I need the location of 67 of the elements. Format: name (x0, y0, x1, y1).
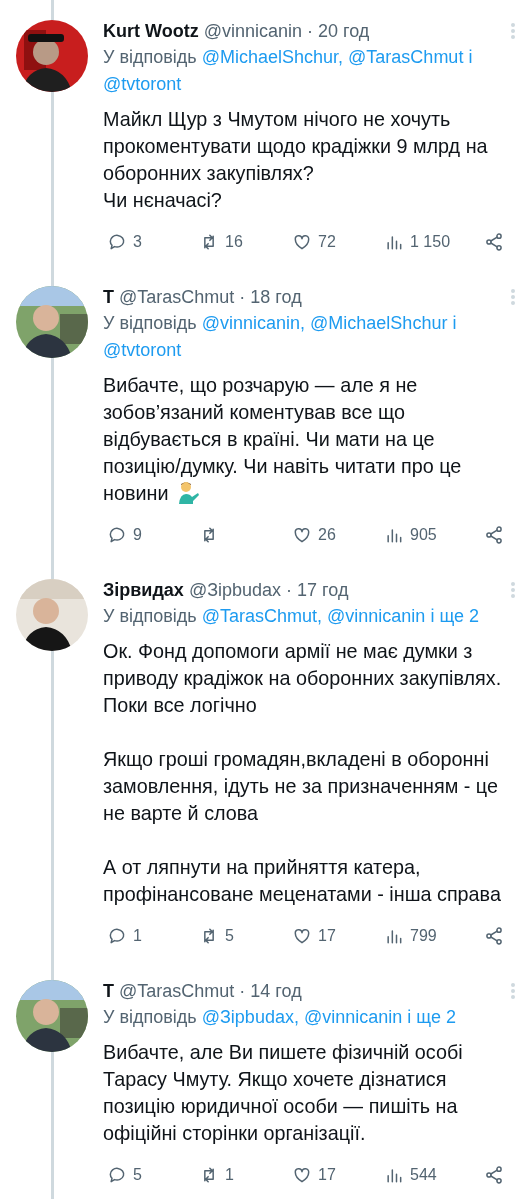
mention-link[interactable]: @Зipbudax, (201, 1007, 299, 1027)
mention-link[interactable]: ще (439, 606, 465, 626)
mention-link[interactable]: @vinnicanin, (201, 313, 306, 333)
user-handle[interactable]: @vinnicanin (203, 21, 302, 41)
mention-link[interactable]: 2 (469, 606, 480, 626)
reply-icon[interactable] (107, 926, 127, 946)
display-name[interactable]: Зірвидах (103, 580, 184, 600)
mention-link[interactable]: і (468, 47, 473, 67)
reply-icon[interactable] (107, 1165, 127, 1185)
count: 26 (318, 525, 336, 545)
mention-link[interactable]: ще (416, 1007, 441, 1027)
count: 5 (225, 926, 234, 946)
post-time: · 20 год (307, 21, 370, 41)
count: 799 (410, 926, 437, 946)
count: 5 (133, 1165, 142, 1185)
mention-link[interactable]: @MichaelShchur, (201, 47, 344, 67)
count: 9 (133, 525, 142, 545)
share-icon[interactable] (484, 232, 504, 252)
display-name[interactable]: T (103, 981, 114, 1001)
post-text: Якщо гроші громадян,вкладені в оборонні замовлення, ідуть не за призначенням - це не варте й слова (103, 747, 499, 826)
display-name[interactable]: T (103, 287, 114, 307)
user-handle[interactable]: @TarasChmut (119, 287, 235, 307)
user-handle[interactable]: @Зipbudax (188, 580, 282, 600)
like-icon[interactable] (292, 926, 312, 946)
mention-link[interactable]: @vinnicanin (303, 1007, 403, 1027)
mention-link[interactable]: @TarasChmut (348, 47, 464, 67)
like-icon[interactable] (292, 232, 312, 252)
mention-link[interactable]: @MichaelShchur (310, 313, 448, 333)
count: 1 (133, 926, 142, 946)
mention-link[interactable]: 2 (445, 1007, 456, 1027)
reply-to-line: У відповідь @TarasChmut, @vinnicanin і ще 2 (103, 605, 481, 628)
count: 72 (318, 232, 336, 252)
mention-link[interactable]: @tvtoront (103, 74, 182, 94)
like-icon[interactable] (292, 525, 312, 545)
count: 17 (318, 926, 336, 946)
user-handle[interactable]: @TarasChmut (119, 981, 235, 1001)
count: 17 (318, 1165, 336, 1185)
count: 1 (225, 1165, 234, 1185)
mention-link[interactable]: і (430, 606, 435, 626)
share-icon[interactable] (484, 1165, 504, 1185)
reply-to-line: У відповідь @Зipbudax, @vinnicanin і ще 2 (103, 1006, 457, 1029)
reply-icon[interactable] (107, 525, 127, 545)
display-name[interactable]: Kurt Wootz (103, 21, 199, 41)
count: 16 (225, 232, 243, 252)
mention-link[interactable]: @vinnicanin (327, 606, 426, 626)
count: 905 (410, 525, 437, 545)
reply-to-line: У відповідь @MichaelShchur, @TarasChmut і @tvtoront (103, 46, 474, 96)
post-text: Майкл Щур з Чмутом нічого не хочуть прокоментувати щодо крадіжки 9 млрд на оборонних закупівлях? Чи нєначасі? (103, 107, 489, 213)
post-text: Ок. Фонд допомоги армії не має думки з приводу крадіжок на оборонних закупівлях. Поки все логічно (103, 639, 503, 718)
mention-link[interactable]: і (452, 313, 457, 333)
reply-icon[interactable] (107, 232, 127, 252)
post-time: · 14 год (239, 981, 302, 1001)
count: 3 (133, 232, 142, 252)
post-time: · 18 год (239, 287, 302, 307)
count: 1 150 (410, 232, 451, 252)
reply-to-line: У відповідь @vinnicanin, @MichaelShchur і @tvtoront (103, 312, 458, 362)
post-text: Вибачте, але Ви пишете фізичній особі Тарасу Чмуту. Якщо хочете дізнатися позицію юридичної особи — пишіть на офіційні сторінки організації. (103, 1040, 464, 1146)
post-time: · 17 год (286, 580, 349, 600)
mention-link[interactable]: @TarasChmut, (201, 606, 323, 626)
share-icon[interactable] (484, 926, 504, 946)
mention-link[interactable]: @tvtoront (103, 340, 182, 360)
count: 544 (410, 1165, 437, 1185)
share-icon[interactable] (484, 525, 504, 545)
post-text: А от ляпнути на прийняття катера, профінансоване меценатами - інша справа (103, 855, 502, 907)
mention-link[interactable]: і (407, 1007, 412, 1027)
post-text: Вибачте, що розчарую — але я не зобов’язаний коментував все що відбувається в країні. Чи мати на це позицію/думку. Чи навіть читати про це новини (103, 373, 463, 506)
like-icon[interactable] (292, 1165, 312, 1185)
